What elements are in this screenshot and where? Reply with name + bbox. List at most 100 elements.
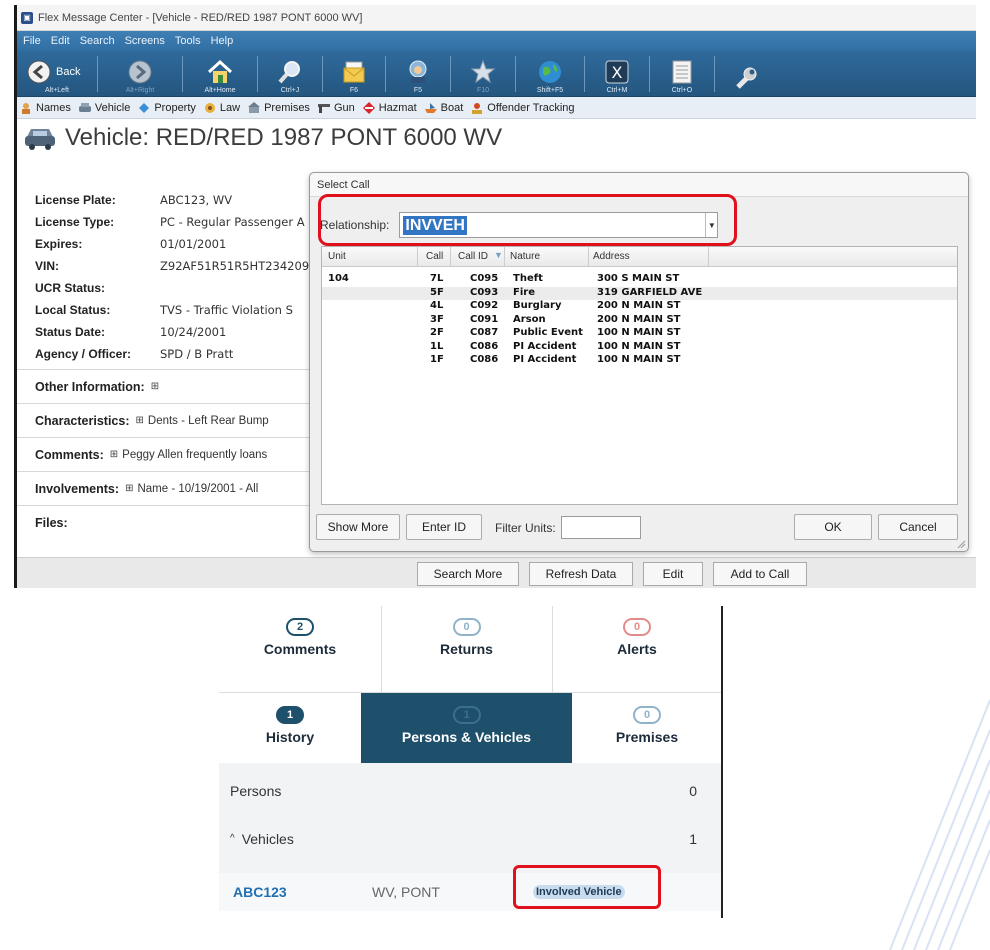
- involved-vehicle-highlight: [513, 865, 661, 909]
- tab-premises-label: Premises: [615, 729, 679, 745]
- detail-key: UCR Status:: [35, 281, 106, 295]
- favorites-button[interactable]: F10: [455, 53, 511, 95]
- expand-icon[interactable]: ⊞: [110, 449, 118, 460]
- menu-screens[interactable]: Screens: [125, 35, 165, 47]
- tab-alerts-label: Alerts: [617, 641, 657, 657]
- tools-button[interactable]: [719, 53, 773, 95]
- call-row[interactable]: 104 7L C095 Theft 300 S MAIN ST: [322, 273, 957, 287]
- grid-header: Unit Call Call ID ▼ Nature Address: [322, 247, 957, 267]
- call-row[interactable]: 5F C093 Fire 319 GARFIELD AVE: [322, 286, 957, 300]
- tab-persons-vehicles[interactable]: 1 Persons & Vehicles: [361, 706, 572, 745]
- section-involvements[interactable]: Involvements: ⊞ Name - 10/19/2001 - All: [17, 471, 327, 505]
- chevron-up-icon[interactable]: ^: [230, 833, 235, 844]
- link-gun[interactable]: Gun: [317, 102, 355, 114]
- call-row[interactable]: 4L C092 Burglary 200 N MAIN ST: [322, 300, 957, 314]
- col-nature[interactable]: Nature: [510, 251, 540, 262]
- search-button[interactable]: Ctrl+J: [262, 53, 318, 95]
- col-call-id[interactable]: Call ID: [458, 251, 488, 262]
- enter-id-button[interactable]: Enter ID: [406, 514, 482, 540]
- add-to-call-button[interactable]: Add to Call: [713, 562, 807, 586]
- refresh-data-button[interactable]: Refresh Data: [529, 562, 633, 586]
- menu-edit[interactable]: Edit: [51, 35, 70, 47]
- svg-text:X: X: [612, 63, 623, 82]
- call-row[interactable]: 3F C091 Arson 200 N MAIN ST: [322, 314, 957, 328]
- premises-icon: [247, 101, 261, 114]
- link-boat[interactable]: Boat: [424, 102, 463, 114]
- menu-file[interactable]: File: [23, 35, 41, 47]
- expand-icon[interactable]: ⊞: [125, 483, 133, 494]
- menu-search[interactable]: Search: [80, 35, 115, 47]
- tab-comments[interactable]: 2 Comments: [219, 618, 381, 657]
- col-call[interactable]: Call: [426, 251, 443, 262]
- tab-history-label: History: [265, 729, 315, 745]
- cell-nature: Burglary: [513, 300, 562, 311]
- cell-call-id: C086: [470, 340, 499, 352]
- back-label: Back: [56, 66, 81, 78]
- cell-address: 200 N MAIN ST: [597, 313, 681, 325]
- tab-history[interactable]: 1 History: [219, 706, 361, 745]
- section-other-information[interactable]: Other Information: ⊞: [17, 369, 327, 403]
- expand-icon[interactable]: ⊞: [151, 381, 159, 392]
- call-row[interactable]: 2F C087 Public Event 100 N MAIN ST: [322, 327, 957, 341]
- filter-units-input[interactable]: [561, 516, 641, 539]
- message-button[interactable]: F6: [327, 53, 381, 95]
- back-button[interactable]: Back Alt+Left: [21, 53, 93, 95]
- section-comments[interactable]: Comments: ⊞ Peggy Allen frequently loans: [17, 437, 327, 471]
- col-address[interactable]: Address: [593, 251, 630, 262]
- globe-icon: [535, 59, 565, 86]
- form-button[interactable]: Ctrl+O: [654, 53, 710, 95]
- officer-button[interactable]: F5: [390, 53, 446, 95]
- tab-returns[interactable]: 0 Returns: [381, 618, 552, 657]
- search-more-button[interactable]: Search More: [417, 562, 519, 586]
- col-unit[interactable]: Unit: [328, 251, 346, 262]
- home-button[interactable]: Alt+Home: [187, 53, 253, 95]
- forward-button[interactable]: Alt+Right: [102, 53, 178, 95]
- toolbar: Back Alt+Left Alt+Right Alt+Home Ctrl+J: [17, 51, 976, 97]
- link-premises[interactable]: Premises: [247, 101, 310, 114]
- tab-comments-label: Comments: [263, 641, 337, 657]
- link-bar: Names Vehicle Property Law Premises Gun …: [17, 97, 976, 119]
- toolbar-separator: [584, 55, 585, 92]
- back-shortcut: Alt+Left: [45, 86, 69, 94]
- excel-button[interactable]: X Ctrl+M: [589, 53, 645, 95]
- expand-icon[interactable]: ⊞: [136, 415, 144, 426]
- detail-expires: Expires: 01/01/2001: [17, 233, 327, 255]
- call-row[interactable]: 1F C086 PI Accident 100 N MAIN ST: [322, 354, 957, 368]
- globe-button[interactable]: Shift+F5: [520, 53, 580, 95]
- link-law-label: Law: [219, 101, 241, 114]
- cell-call-id: C095: [470, 273, 499, 284]
- toolbar-separator: [385, 55, 386, 92]
- tab-alerts[interactable]: 0 Alerts: [552, 618, 722, 657]
- link-vehicle[interactable]: Vehicle: [78, 102, 130, 114]
- tab-returns-label: Returns: [440, 641, 493, 657]
- cancel-button[interactable]: Cancel: [878, 514, 958, 540]
- offender-icon: [470, 102, 484, 114]
- section-files[interactable]: Files:: [17, 505, 327, 539]
- menu-help[interactable]: Help: [211, 35, 234, 47]
- link-law[interactable]: Law: [203, 102, 240, 114]
- forward-arrow-icon: [125, 59, 155, 86]
- detail-key: Status Date:: [35, 325, 106, 339]
- ok-button[interactable]: OK: [794, 514, 872, 540]
- persons-row[interactable]: Persons 0: [219, 768, 721, 813]
- title-bar: ▣ Flex Message Center - [Vehicle - RED/R…: [17, 5, 976, 31]
- person-icon: [19, 102, 33, 114]
- section-characteristics[interactable]: Characteristics: ⊞ Dents - Left Rear Bump: [17, 403, 327, 437]
- vehicle-plate-link[interactable]: ABC123: [233, 884, 287, 900]
- vehicles-row[interactable]: ^ Vehicles 1: [219, 816, 721, 861]
- link-names[interactable]: Names: [19, 102, 71, 114]
- call-row[interactable]: 1L C086 PI Accident 100 N MAIN ST: [322, 341, 957, 355]
- detail-local-status: Local Status: TVS - Traffic Violation S: [17, 299, 327, 321]
- cell-nature: Public Event: [513, 327, 583, 338]
- resize-grip-icon[interactable]: [956, 539, 966, 549]
- edit-button[interactable]: Edit: [643, 562, 703, 586]
- menu-tools[interactable]: Tools: [175, 35, 201, 47]
- show-more-button[interactable]: Show More: [316, 514, 400, 540]
- link-hazmat[interactable]: Hazmat: [362, 101, 417, 114]
- officer-shortcut: F5: [413, 86, 423, 94]
- detail-vin: VIN: Z92AF51R51R5HT234209: [17, 255, 327, 277]
- tab-premises[interactable]: 0 Premises: [572, 706, 722, 745]
- vehicle-details: License Plate: ABC123, WV License Type: PC…: [17, 181, 327, 557]
- link-property[interactable]: Property: [137, 102, 196, 114]
- link-offender-tracking[interactable]: Offender Tracking: [470, 102, 575, 114]
